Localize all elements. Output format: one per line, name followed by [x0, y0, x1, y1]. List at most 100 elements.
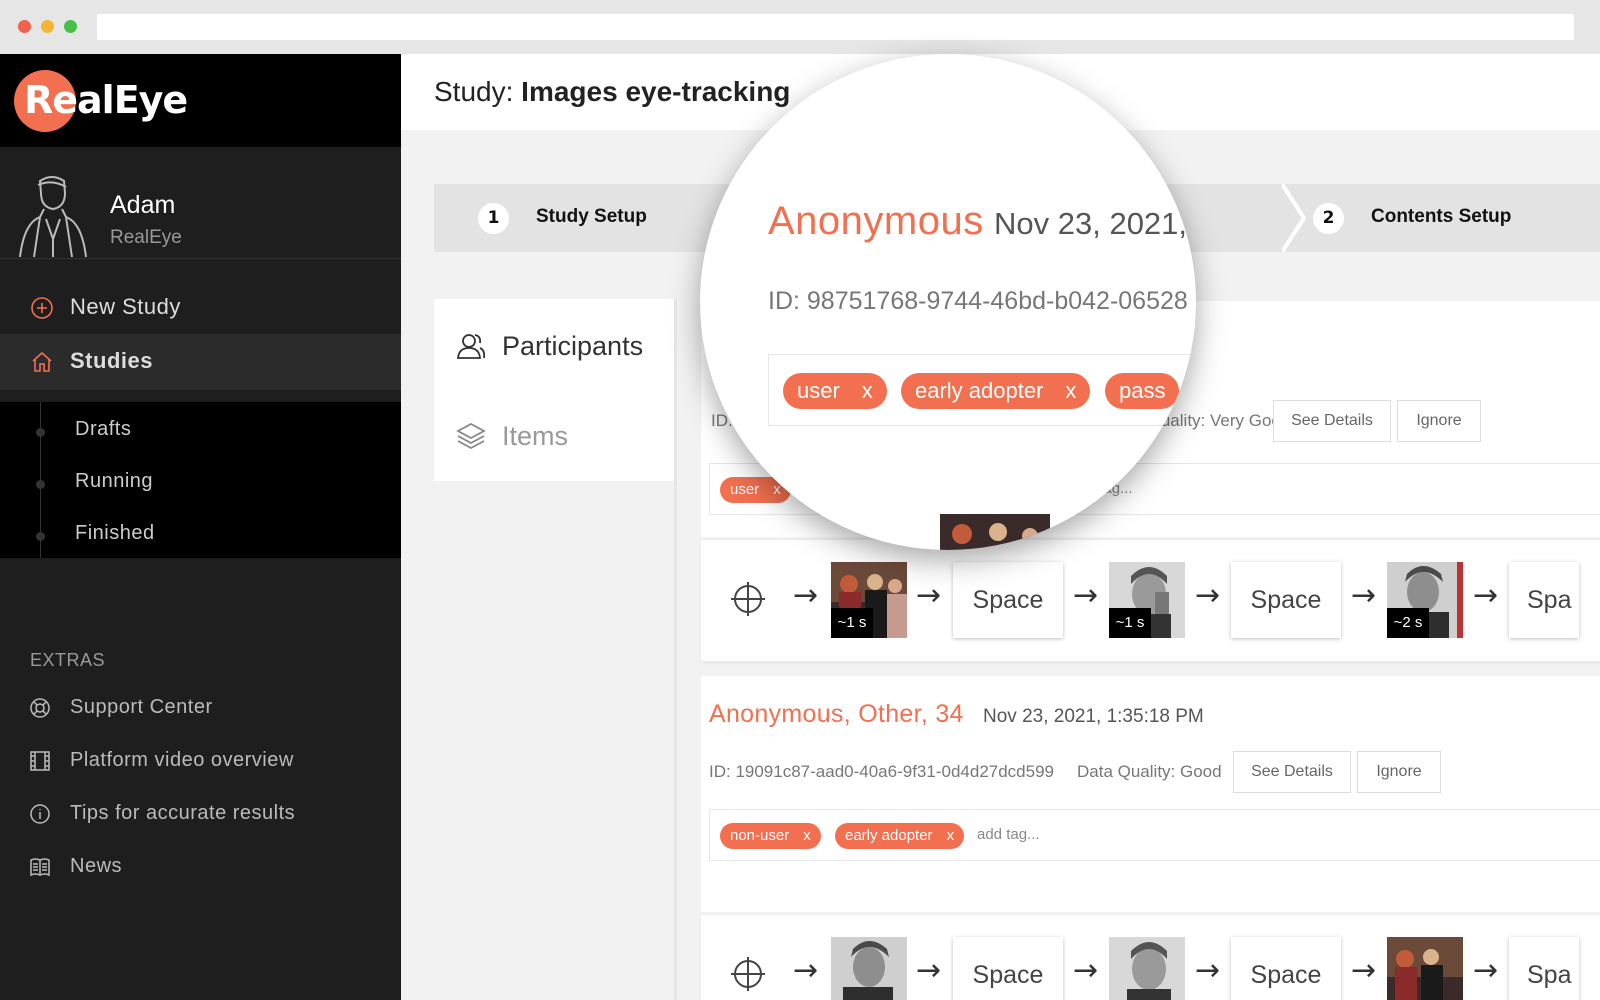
submenu-dot: [36, 480, 45, 489]
extras-heading: EXTRAS: [30, 650, 106, 670]
ignore-button[interactable]: Ignore: [1397, 400, 1481, 442]
nav-studies-label: Studies: [70, 348, 153, 373]
magnified-tag-chip: user x: [783, 373, 887, 409]
tag-label: user: [730, 481, 760, 498]
arrow-right-icon: →: [916, 578, 942, 613]
film-icon: [30, 751, 50, 771]
step-number: 1: [478, 203, 509, 234]
nav-finished[interactable]: Finished: [75, 522, 155, 545]
extras-label: News: [70, 855, 123, 877]
see-details-button[interactable]: See Details: [1233, 751, 1351, 793]
crosshair-icon: [731, 582, 765, 616]
user-profile[interactable]: Adam RealEye: [0, 147, 401, 259]
space-step[interactable]: Space: [1231, 937, 1341, 1000]
nav-drafts[interactable]: Drafts: [75, 418, 131, 441]
study-prefix: Study:: [434, 76, 514, 107]
user-organization: RealEye: [110, 227, 182, 248]
info-icon: [30, 804, 50, 824]
users-icon: [457, 334, 486, 359]
tag-label: early adopter: [915, 378, 1044, 403]
space-step[interactable]: Spa: [1509, 937, 1579, 1000]
nav-running[interactable]: Running: [75, 470, 153, 493]
extras-news[interactable]: News: [0, 853, 401, 883]
stimulus-thumbnail[interactable]: [831, 937, 907, 1000]
tab-participants[interactable]: Participants: [434, 299, 677, 389]
magnifier-overlay: Anonymous Nov 23, 2021, 3 ID: 98751768-9…: [700, 54, 1196, 550]
space-step[interactable]: Spa: [1509, 562, 1579, 638]
tab-items[interactable]: Items: [434, 389, 676, 479]
magnified-participant-name: Anonymous: [768, 199, 984, 243]
stimulus-sequence: → ~1 s → Space → ~1 s → Space → ~2 s → S…: [701, 539, 1600, 661]
home-icon: [32, 351, 52, 372]
ignore-button[interactable]: Ignore: [1357, 751, 1441, 793]
submenu-dot: [36, 532, 45, 541]
tag-label: early adopter: [845, 827, 933, 844]
tag-chip: early adopter x: [835, 823, 965, 849]
tag-chip: non-user x: [720, 823, 821, 849]
stimulus-thumbnail[interactable]: ~1 s: [831, 562, 907, 638]
extras-label: Tips for accurate results: [70, 802, 296, 824]
extras-support-center[interactable]: Support Center: [0, 694, 401, 724]
image-thumbnail: [1387, 937, 1463, 1000]
lifebuoy-icon: [30, 698, 50, 718]
remove-tag-icon: x: [861, 378, 873, 403]
stimulus-thumbnail[interactable]: [1109, 937, 1185, 1000]
study-name: Images eye-tracking: [521, 76, 791, 107]
arrow-right-icon: →: [916, 953, 942, 988]
remove-tag-button[interactable]: x: [947, 827, 955, 844]
step-number: 2: [1313, 203, 1344, 234]
tag-label: user: [797, 378, 840, 403]
arrow-right-icon: →: [1073, 578, 1099, 613]
arrow-right-icon: →: [1073, 953, 1099, 988]
sidebar: RealEye Adam RealEye New Study Studies D…: [0, 54, 401, 1000]
tag-input[interactable]: non-user x early adopter x add tag...: [709, 809, 1600, 861]
space-step[interactable]: Space: [953, 937, 1063, 1000]
window-close-button[interactable]: [18, 20, 31, 33]
nav-studies[interactable]: Studies: [0, 334, 401, 390]
extras-label: Support Center: [70, 696, 213, 718]
space-step[interactable]: Space: [953, 562, 1063, 638]
arrow-right-icon: →: [793, 578, 819, 613]
tab-label: Participants: [502, 331, 644, 361]
stimulus-thumbnail[interactable]: ~1 s: [1109, 562, 1185, 638]
studies-submenu: Drafts Running Finished: [0, 402, 401, 558]
crosshair-icon: [731, 957, 765, 991]
step-study-setup[interactable]: Study Setup: [536, 206, 647, 228]
stimulus-thumbnail[interactable]: [1387, 937, 1463, 1000]
arrow-right-icon: →: [793, 953, 819, 988]
remove-tag-icon: x: [1065, 378, 1077, 403]
arrow-right-icon: →: [1195, 953, 1221, 988]
participant-name[interactable]: Anonymous, Other, 34: [709, 700, 964, 729]
participant-card: Anonymous, Other, 34 Nov 23, 2021, 1:35:…: [701, 676, 1600, 912]
window-minimize-button[interactable]: [41, 20, 54, 33]
image-thumbnail: [831, 937, 907, 1000]
arrow-right-icon: →: [1473, 578, 1499, 613]
tab-label: Items: [502, 421, 569, 451]
page-title: Study: Images eye-tracking: [434, 76, 790, 108]
step-contents-setup[interactable]: Contents Setup: [1371, 206, 1511, 228]
extras-platform-video[interactable]: Platform video overview: [0, 747, 401, 777]
see-details-button[interactable]: See Details: [1273, 400, 1391, 442]
participant-date: Nov 23, 2021, 1:35:18 PM: [983, 706, 1204, 727]
extras-tips[interactable]: Tips for accurate results: [0, 800, 401, 830]
arrow-right-icon: →: [1351, 578, 1377, 613]
magnified-thumbnail: [940, 514, 1050, 550]
duration-badge: ~1 s: [831, 608, 873, 638]
layers-icon: [456, 422, 486, 450]
window-maximize-button[interactable]: [64, 20, 77, 33]
duration-badge: ~2 s: [1387, 608, 1429, 638]
duration-badge: ~1 s: [1109, 608, 1151, 638]
participant-id: ID: 19091c87-aad0-40a6-9f31-0d4d27dcd599: [709, 762, 1054, 781]
add-tag-input[interactable]: add tag...: [977, 826, 1040, 843]
logo-bar: RealEye: [0, 54, 401, 147]
browser-chrome: [0, 0, 1600, 54]
side-tabs: Participants Items: [434, 299, 677, 481]
space-step[interactable]: Space: [1231, 562, 1341, 638]
remove-tag-button[interactable]: x: [803, 827, 811, 844]
nav-new-study-label: New Study: [70, 294, 181, 319]
address-bar[interactable]: [97, 14, 1574, 40]
data-quality: Data Quality: Good: [1077, 762, 1222, 781]
nav-new-study[interactable]: New Study: [0, 292, 401, 324]
logo[interactable]: RealEye: [24, 78, 188, 122]
stimulus-thumbnail[interactable]: ~2 s: [1387, 562, 1463, 638]
